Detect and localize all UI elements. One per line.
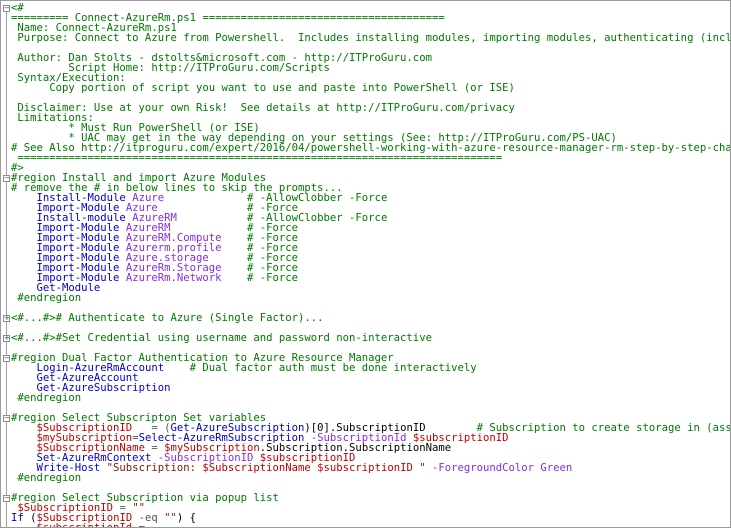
- code-token: <#...#># Authenticate to Azure (Single F…: [11, 312, 324, 324]
- code-token: # Dual factor auth must be done interact…: [164, 362, 477, 374]
- code-line[interactable]: #endregion: [11, 472, 82, 484]
- code-token: -ForegroundColor: [425, 462, 535, 474]
- code-line[interactable]: Purpose: Connect to Azure from Powershel…: [11, 32, 731, 44]
- code-token: ========================================…: [11, 152, 503, 164]
- collapse-region-icon[interactable]: −: [3, 175, 10, 182]
- code-token: "": [164, 512, 177, 524]
- expand-region-icon[interactable]: +: [3, 335, 10, 342]
- collapse-region-icon[interactable]: −: [3, 355, 10, 362]
- code-line[interactable]: #endregion: [11, 292, 82, 304]
- code-token: #endregion: [11, 472, 82, 484]
- collapse-region-icon[interactable]: −: [3, 495, 10, 502]
- code-token: <#...#>#Set Credential using username an…: [11, 332, 432, 344]
- collapse-region-icon[interactable]: −: [3, 5, 10, 12]
- code-line[interactable]: <#...#>#Set Credential using username an…: [11, 332, 432, 344]
- code-token: AzureRm.Network: [119, 272, 222, 284]
- code-line[interactable]: Copy portion of script you want to use a…: [11, 82, 515, 94]
- code-token: #endregion: [11, 392, 82, 404]
- code-token: ": [412, 462, 426, 474]
- outline-gutter: [6, 7, 7, 527]
- code-token: #endregion: [11, 292, 82, 304]
- code-token: Purpose: Connect to Azure from Powershel…: [17, 32, 731, 44]
- code-token: =: [132, 522, 145, 528]
- expand-region-icon[interactable]: +: [3, 315, 10, 322]
- code-line[interactable]: #endregion: [11, 392, 82, 404]
- collapse-region-icon[interactable]: −: [3, 415, 10, 422]
- code-token: # -Force: [221, 272, 299, 284]
- script-editor[interactable]: <# − ========= Connect-AzureRm.ps1 =======…: [0, 0, 731, 528]
- code-token: Green: [534, 462, 573, 474]
- code-token: ) {: [176, 512, 196, 524]
- code-token: Copy portion of script you want to use a…: [11, 82, 515, 94]
- code-token: "Subscription:: [100, 462, 203, 474]
- code-line[interactable]: $subscriptionId =: [11, 522, 145, 528]
- code-line[interactable]: <#...#># Authenticate to Azure (Single F…: [11, 312, 324, 324]
- code-token: $SubscriptionName $subscriptionID: [202, 462, 413, 474]
- code-token: $subscriptionId: [36, 522, 133, 528]
- code-line[interactable]: Write-Host "Subscription: $SubscriptionN…: [11, 462, 573, 474]
- code-line[interactable]: ========================================…: [11, 152, 503, 164]
